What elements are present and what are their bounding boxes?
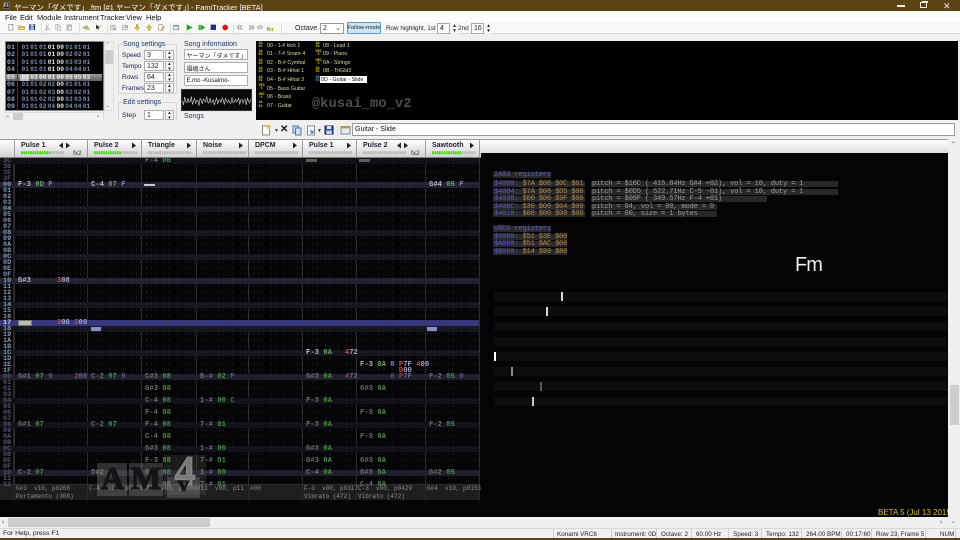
svg-text:?: ? <box>99 24 102 28</box>
